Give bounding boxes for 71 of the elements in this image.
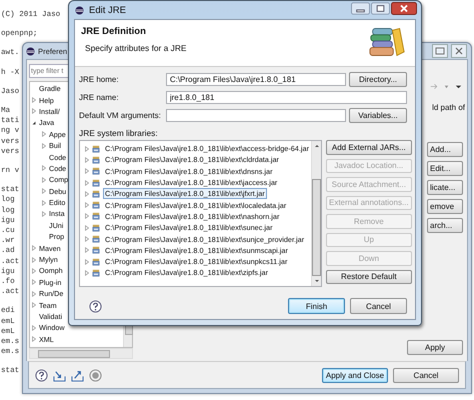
help-icon[interactable] — [35, 368, 48, 382]
expand-arrow-icon[interactable] — [31, 324, 37, 331]
jar-icon — [92, 235, 100, 244]
field-label: JRE home: — [79, 75, 120, 84]
jar-icon — [92, 190, 100, 198]
dialog-button[interactable]: Finish — [288, 298, 345, 314]
vertical-scrollbar[interactable] — [311, 141, 321, 286]
expand-arrow-icon[interactable] — [41, 188, 47, 194]
expand-arrow-icon[interactable] — [31, 290, 37, 297]
expand-arrow-icon[interactable] — [31, 108, 37, 114]
forward-arrow-icon[interactable] — [430, 82, 439, 91]
field-label: Default VM arguments: — [79, 111, 162, 120]
field-button[interactable]: Variables... — [349, 108, 407, 123]
expand-arrow-icon[interactable] — [41, 210, 47, 217]
dialog-button[interactable]: Apply and Close — [322, 368, 388, 382]
text-field[interactable] — [166, 109, 346, 122]
import-icon[interactable] — [53, 368, 66, 382]
apply-button[interactable]: Apply — [407, 340, 463, 355]
minimize-icon[interactable] — [351, 2, 370, 15]
scroll-up-icon[interactable] — [312, 143, 320, 149]
horizontal-scrollbar[interactable] — [29, 348, 133, 359]
record-icon[interactable] — [89, 368, 102, 382]
books-icon — [369, 26, 405, 58]
side-button[interactable]: Edit... — [427, 161, 463, 176]
dialog-description: Specify attributes for a JRE — [85, 43, 186, 53]
restore-icon[interactable] — [432, 44, 448, 58]
jar-icon — [92, 144, 100, 153]
side-button[interactable]: emove — [427, 199, 463, 214]
field-button[interactable]: Directory... — [349, 72, 407, 87]
side-button[interactable]: Add... — [427, 142, 463, 157]
expand-arrow-icon[interactable] — [31, 245, 37, 252]
maximize-icon[interactable] — [371, 2, 390, 15]
expand-arrow-icon[interactable] — [41, 200, 47, 206]
expand-arrow-icon[interactable] — [41, 165, 47, 172]
side-button[interactable]: licate... — [427, 180, 463, 195]
jar-icon — [92, 201, 100, 210]
description-text: ld path of — [432, 103, 465, 112]
expand-arrow-icon[interactable] — [31, 302, 37, 308]
export-icon[interactable] — [71, 368, 84, 382]
library-button[interactable]: Restore Default — [326, 270, 412, 284]
collapse-arrow-icon[interactable] — [31, 120, 37, 126]
side-button[interactable]: arch... — [427, 218, 463, 233]
text-field[interactable]: C:\Program Files\Java\jre1.8.0_181 — [166, 73, 346, 86]
section-label: JRE system libraries: — [78, 127, 159, 140]
close-icon[interactable] — [451, 44, 467, 58]
library-button[interactable]: Add External JARs... — [326, 140, 412, 154]
dialog-button[interactable]: Cancel — [350, 298, 407, 314]
expand-arrow-icon[interactable] — [41, 176, 47, 183]
expand-arrow-icon[interactable] — [31, 268, 37, 274]
expand-arrow-icon[interactable] — [31, 97, 37, 104]
jar-icon — [92, 167, 100, 176]
dialog-heading: JRE Definition — [81, 26, 147, 37]
jar-icon — [92, 212, 100, 220]
window-title: Edit JRE — [89, 4, 126, 16]
close-icon[interactable] — [391, 2, 417, 15]
expand-arrow-icon[interactable] — [31, 336, 37, 342]
jar-icon — [92, 178, 100, 187]
help-icon[interactable] — [89, 300, 102, 312]
scroll-down-icon[interactable] — [312, 278, 320, 284]
jar-icon — [92, 246, 100, 254]
jar-icon — [92, 258, 100, 266]
expand-arrow-icon[interactable] — [31, 279, 37, 286]
jar-icon — [92, 156, 100, 164]
expand-arrow-icon[interactable] — [41, 131, 47, 138]
jar-icon — [92, 268, 100, 277]
expand-arrow-icon[interactable] — [31, 256, 37, 263]
expand-arrow-icon[interactable] — [41, 142, 47, 149]
dialog-button[interactable]: Cancel — [393, 368, 459, 382]
field-label: JRE name: — [79, 93, 120, 102]
text-field[interactable]: jre1.8.0_181 — [166, 91, 407, 104]
jar-icon — [92, 224, 100, 232]
